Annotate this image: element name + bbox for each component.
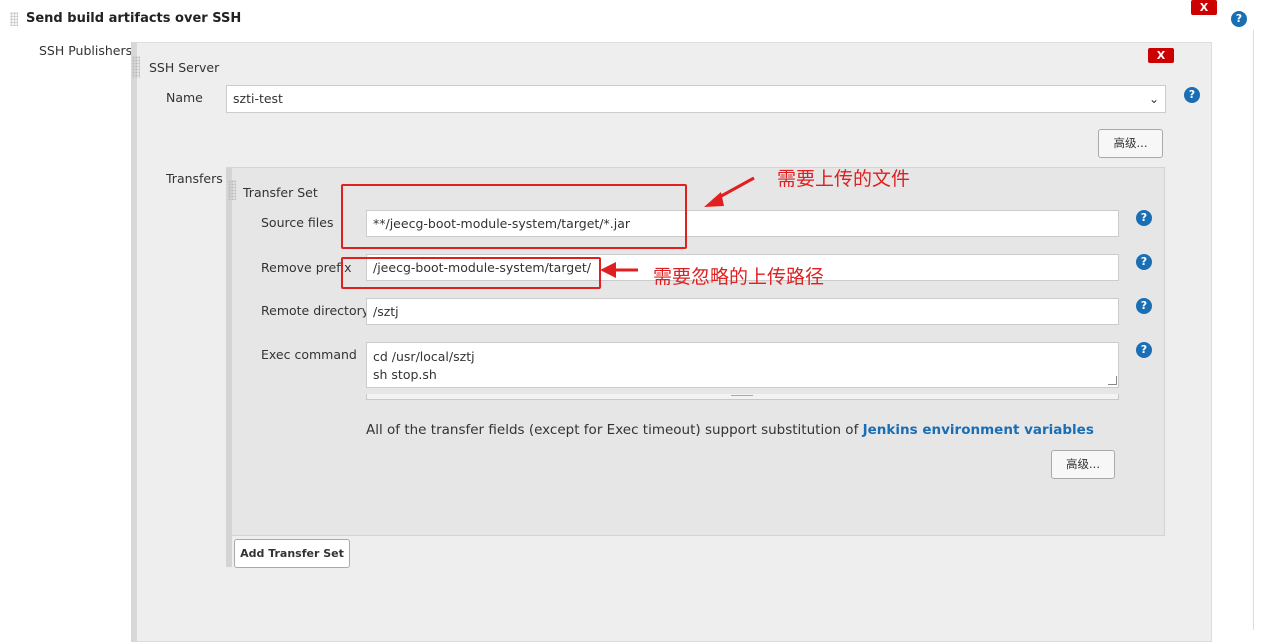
annotation-upload-files: 需要上传的文件	[777, 168, 911, 190]
exec-command-textarea[interactable]: cd /usr/local/sztj sh stop.sh	[366, 342, 1119, 388]
transfers-label: Transfers	[166, 171, 223, 186]
remote-directory-input[interactable]: /sztj	[366, 298, 1119, 325]
delete-step-button[interactable]: X	[1191, 0, 1217, 15]
drag-handle-icon[interactable]	[228, 180, 236, 200]
server-name-select[interactable]: szti-test ⌄	[226, 85, 1166, 113]
annotation-ignore-path: 需要忽略的上传路径	[653, 266, 825, 288]
server-advanced-button[interactable]: 高级...	[1098, 129, 1163, 158]
transfer-note-text: All of the transfer fields (except for E…	[366, 422, 863, 438]
arrow-icon	[704, 176, 755, 207]
remote-directory-label: Remote directory	[261, 303, 370, 318]
jenkins-env-vars-link[interactable]: Jenkins environment variables	[863, 422, 1094, 438]
help-icon[interactable]: ?	[1136, 342, 1152, 358]
resize-grip-icon[interactable]	[1108, 376, 1117, 385]
help-icon[interactable]: ?	[1184, 87, 1200, 103]
source-files-label: Source files	[261, 215, 334, 230]
right-divider	[1253, 30, 1254, 630]
transfer-advanced-button[interactable]: 高级...	[1051, 450, 1115, 479]
help-icon[interactable]: ?	[1136, 254, 1152, 270]
transfer-set-left-bar	[226, 167, 232, 567]
arrow-icon	[600, 262, 638, 278]
panel-left-bar	[131, 42, 137, 642]
exec-command-label: Exec command	[261, 347, 357, 362]
ssh-server-label: SSH Server	[149, 60, 220, 75]
drag-handle-icon[interactable]	[132, 56, 140, 78]
help-icon[interactable]: ?	[1136, 210, 1152, 226]
ssh-publishers-label: SSH Publishers	[39, 43, 133, 58]
server-name-value: szti-test	[233, 91, 283, 106]
annotation-box-remove-prefix	[341, 257, 601, 289]
delete-server-button[interactable]: X	[1148, 48, 1174, 63]
help-icon[interactable]: ?	[1231, 11, 1247, 27]
transfer-set-label: Transfer Set	[243, 185, 318, 200]
textarea-expand-handle[interactable]	[366, 394, 1119, 400]
section-title: Send build artifacts over SSH	[26, 11, 242, 26]
annotation-box-source-files	[341, 184, 687, 249]
name-label: Name	[166, 90, 203, 105]
drag-handle-icon[interactable]	[10, 12, 18, 26]
chevron-down-icon: ⌄	[1148, 92, 1159, 106]
help-icon[interactable]: ?	[1136, 298, 1152, 314]
remove-prefix-label: Remove prefix	[261, 260, 352, 275]
transfer-note: All of the transfer fields (except for E…	[366, 422, 1094, 438]
add-transfer-set-button[interactable]: Add Transfer Set	[234, 539, 350, 568]
